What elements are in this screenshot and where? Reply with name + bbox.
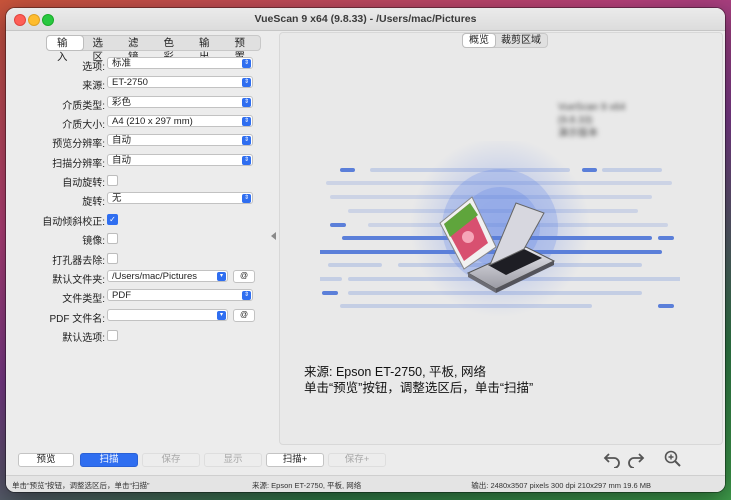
auto-deskew-checkbox[interactable]: ✓ — [107, 214, 118, 225]
pdf-name-select[interactable]: ▾ — [107, 309, 228, 321]
auto-rotate-checkbox[interactable] — [107, 175, 118, 186]
instruction-hint: 单击“预览”按钮，调整选区后，单击“扫描” — [304, 381, 534, 395]
scan-plus-button[interactable]: 扫描+ — [266, 453, 324, 467]
media-type-label: 介质类型: — [62, 101, 105, 112]
status-bar: 单击“预览”按钮，调整选区后，单击“扫描” 来源: Epson ET-2750,… — [6, 475, 725, 492]
save-plus-button[interactable]: 保存+ — [328, 453, 386, 467]
chevron-down-icon: ▾ — [217, 311, 226, 320]
updown-icon: ⇕ — [242, 136, 251, 145]
rotate-label: 旋转: — [82, 197, 105, 208]
window-title: VueScan 9 x64 (9.8.33) - /Users/mac/Pict… — [254, 13, 477, 25]
updown-icon: ⇕ — [242, 59, 251, 68]
media-type-select[interactable]: 彩色 ⇕ — [107, 96, 253, 108]
preview-tabs: 概览 裁剪区域 — [462, 33, 548, 48]
option-select[interactable]: 标准 ⇕ — [107, 57, 253, 69]
row-default-folder: 默认文件夹: /Users/mac/Pictures ▾ @ — [12, 269, 261, 286]
chevron-down-icon: ▾ — [217, 272, 226, 281]
status-center: 来源: Epson ET-2750, 平板, 网络 — [252, 481, 362, 490]
updown-icon: ⇕ — [242, 78, 251, 87]
tab-input[interactable]: 输入 — [47, 36, 83, 63]
status-left: 单击“预览”按钮，调整选区后，单击“扫描” — [12, 481, 150, 490]
updown-icon: ⇕ — [242, 156, 251, 165]
collapse-left-icon[interactable] — [271, 232, 276, 240]
auto-deskew-label: 自动倾斜校正: — [42, 217, 105, 228]
hole-remove-label: 打孔器去除: — [52, 256, 105, 267]
row-rotate: 旋转: 无 ⇕ — [12, 191, 261, 208]
tab-crop-area[interactable]: 裁剪区域 — [495, 34, 547, 47]
mirror-checkbox[interactable] — [107, 233, 118, 244]
redo-icon[interactable] — [625, 450, 645, 468]
source-select[interactable]: ET-2750 ⇕ — [107, 76, 253, 88]
undo-icon[interactable] — [603, 450, 623, 468]
row-scan-res: 扫描分辨率: 自动 ⇕ — [12, 153, 261, 170]
tab-color[interactable]: 色彩 — [154, 36, 190, 63]
row-default-opts: 默认选项: — [12, 327, 261, 344]
row-option: 选项: 标准 ⇕ — [12, 56, 261, 73]
blurred-version-text: VueScan 9 x64 (9.8.33) 演示版本 — [558, 102, 626, 139]
media-size-label: 介质大小: — [62, 120, 105, 131]
row-file-type: 文件类型: PDF ⇕ — [12, 288, 261, 305]
row-media-size: 介质大小: A4 (210 x 297 mm) ⇕ — [12, 114, 261, 131]
status-right: 输出: 2480x3507 pixels 300 dpi 210x297 mm … — [471, 481, 651, 490]
preview-panel: 概览 裁剪区域 VueScan 9 x64 (9.8.33) 演示版本 来源: … — [279, 32, 723, 445]
zoom-in-icon[interactable] — [664, 450, 682, 468]
source-label: 来源: — [82, 81, 105, 92]
row-mirror: 镜像: — [12, 230, 261, 247]
row-media-type: 介质类型: 彩色 ⇕ — [12, 95, 261, 112]
mirror-label: 镜像: — [82, 236, 105, 247]
hole-remove-checkbox[interactable] — [107, 253, 118, 264]
pdf-name-label: PDF 文件名: — [49, 314, 105, 325]
show-button[interactable]: 显示 — [204, 453, 262, 467]
row-auto-deskew: 自动倾斜校正: ✓ — [12, 211, 261, 228]
updown-icon: ⇕ — [242, 98, 251, 107]
default-opts-checkbox[interactable] — [107, 330, 118, 341]
updown-icon: ⇕ — [242, 117, 251, 126]
default-folder-label: 默认文件夹: — [52, 275, 105, 286]
folder-at-button[interactable]: @ — [233, 270, 255, 283]
scan-res-select[interactable]: 自动 ⇕ — [107, 154, 253, 166]
panel-divider[interactable] — [269, 36, 277, 441]
settings-tabs: 输入 选区 滤镜 色彩 输出 预置 — [46, 35, 261, 63]
preview-res-label: 预览分辨率: — [52, 139, 105, 150]
preview-res-select[interactable]: 自动 ⇕ — [107, 134, 253, 146]
tab-filter[interactable]: 滤镜 — [118, 36, 154, 63]
media-size-select[interactable]: A4 (210 x 297 mm) ⇕ — [107, 115, 253, 127]
rotate-select[interactable]: 无 ⇕ — [107, 192, 253, 204]
scanner-illustration — [320, 141, 680, 317]
row-source: 来源: ET-2750 ⇕ — [12, 75, 261, 92]
tab-prefs[interactable]: 预置 — [225, 36, 261, 63]
scan-button[interactable]: 扫描 — [80, 453, 138, 467]
tab-output[interactable]: 输出 — [189, 36, 225, 63]
tab-overview[interactable]: 概览 — [463, 34, 495, 47]
default-folder-select[interactable]: /Users/mac/Pictures ▾ — [107, 270, 228, 282]
default-opts-label: 默认选项: — [62, 333, 105, 344]
pdf-at-button[interactable]: @ — [233, 309, 255, 322]
row-pdf-name: PDF 文件名: ▾ @ — [12, 308, 261, 325]
file-type-select[interactable]: PDF ⇕ — [107, 289, 253, 301]
option-label: 选项: — [82, 62, 105, 73]
scan-res-label: 扫描分辨率: — [52, 159, 105, 170]
file-type-label: 文件类型: — [62, 294, 105, 305]
preview-button[interactable]: 预览 — [18, 453, 74, 467]
row-preview-res: 预览分辨率: 自动 ⇕ — [12, 133, 261, 150]
row-hole-remove: 打孔器去除: — [12, 250, 261, 267]
tab-crop[interactable]: 选区 — [83, 36, 119, 63]
settings-panel: 输入 选区 滤镜 色彩 输出 预置 选项: 标准⇕ 来源: ET-2750⇕ 介… — [12, 35, 261, 443]
titlebar: VueScan 9 x64 (9.8.33) - /Users/mac/Pict… — [6, 8, 725, 31]
auto-rotate-label: 自动旋转: — [62, 178, 105, 189]
save-button[interactable]: 保存 — [142, 453, 200, 467]
app-window: VueScan 9 x64 (9.8.33) - /Users/mac/Pict… — [6, 8, 725, 492]
updown-icon: ⇕ — [242, 291, 251, 300]
updown-icon: ⇕ — [242, 194, 251, 203]
row-auto-rotate: 自动旋转: — [12, 172, 261, 189]
